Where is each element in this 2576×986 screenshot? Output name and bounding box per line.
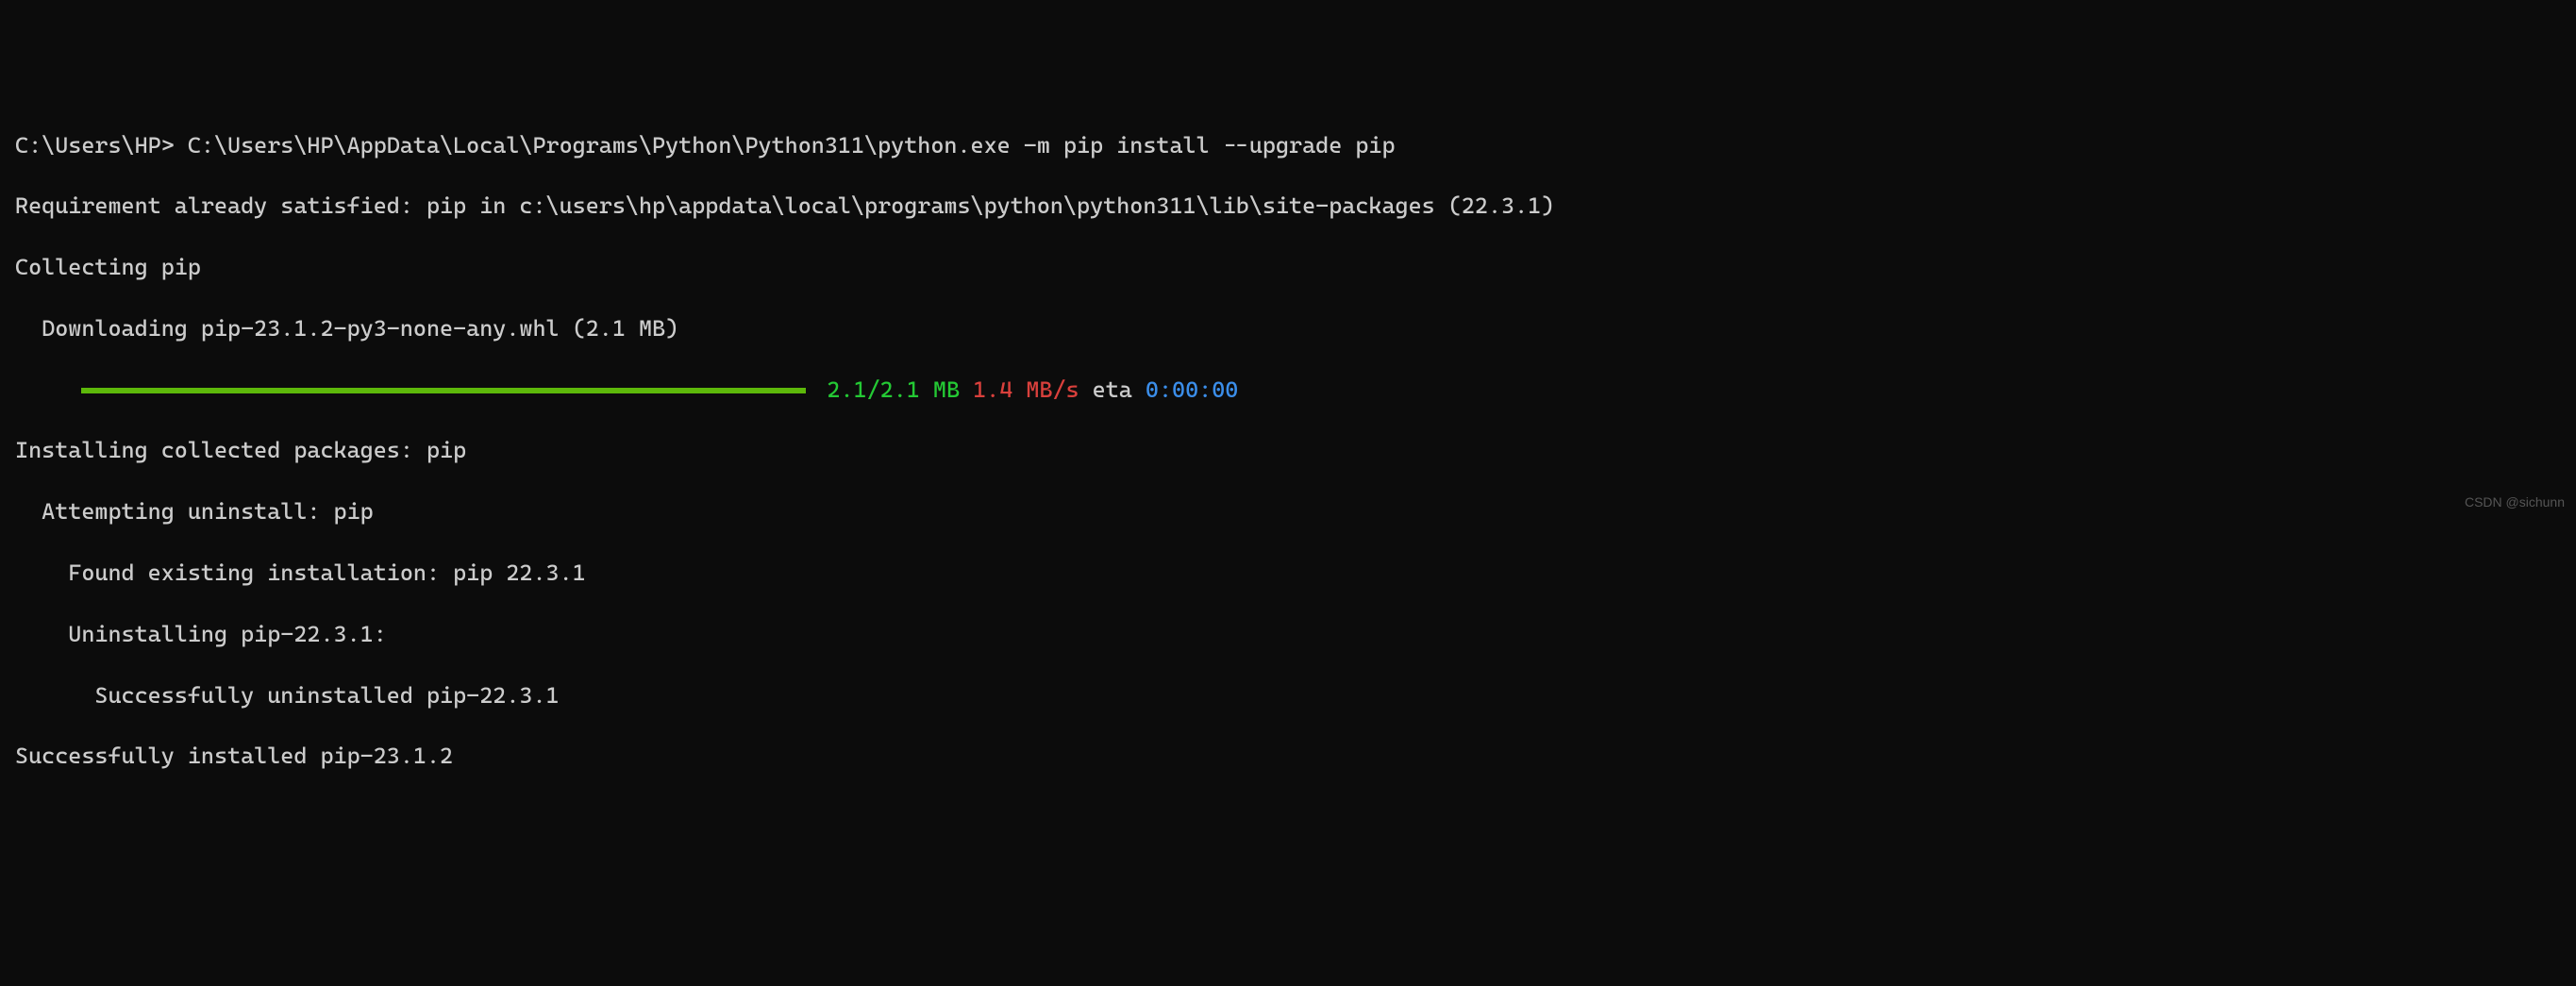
prompt: C:\Users\HP> xyxy=(15,132,188,159)
progress-bar xyxy=(81,388,806,393)
output-collecting: Collecting pip xyxy=(15,252,2561,282)
output-installing: Installing collected packages: pip xyxy=(15,435,2561,465)
watermark: CSDN @sichunn xyxy=(2465,493,2565,511)
output-requirement-satisfied: Requirement already satisfied: pip in c:… xyxy=(15,191,2561,221)
progress-size: 2.1/2.1 MB xyxy=(827,376,960,403)
output-found-existing: Found existing installation: pip 22.3.1 xyxy=(15,558,2561,588)
progress-eta-time: 0:00:00 xyxy=(1146,376,1238,403)
output-uninstalling: Uninstalling pip-22.3.1: xyxy=(15,619,2561,649)
command-text: C:\Users\HP\AppData\Local\Programs\Pytho… xyxy=(188,132,1396,159)
progress-line: 2.1/2.1 MB 1.4 MB/s eta 0:00:00 xyxy=(15,375,2561,405)
output-downloading: Downloading pip-23.1.2-py3-none-any.whl … xyxy=(15,313,2561,343)
command-line: C:\Users\HP> C:\Users\HP\AppData\Local\P… xyxy=(15,130,2561,160)
progress-speed: 1.4 MB/s xyxy=(973,376,1079,403)
output-uninstalled: Successfully uninstalled pip-22.3.1 xyxy=(15,680,2561,710)
output-success: Successfully installed pip-23.1.2 xyxy=(15,741,2561,771)
progress-eta-label: eta xyxy=(1093,376,1132,403)
output-attempting-uninstall: Attempting uninstall: pip xyxy=(15,496,2561,526)
